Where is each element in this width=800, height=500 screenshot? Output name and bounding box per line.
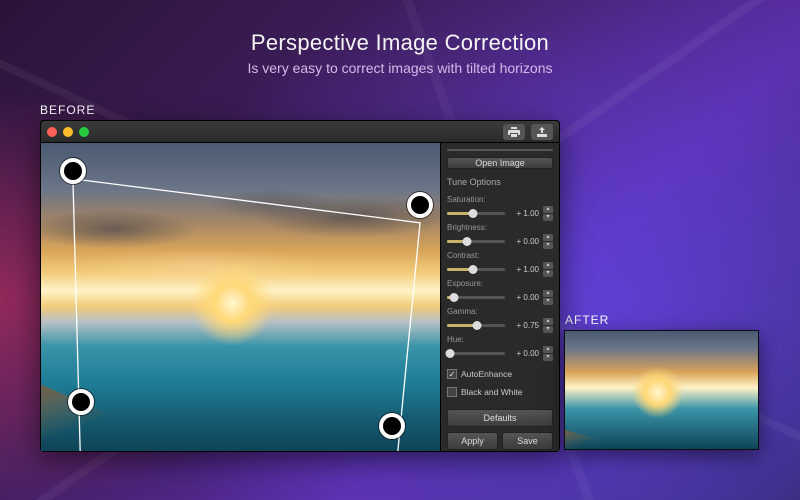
defaults-button[interactable]: Defaults <box>447 409 553 427</box>
slider-knob[interactable] <box>463 237 472 246</box>
close-window-button[interactable] <box>47 127 57 137</box>
slider-label: Saturation: <box>447 195 553 204</box>
slider-row-0: Saturation: + 1.00 ▴▾ <box>447 195 553 221</box>
minimize-window-button[interactable] <box>63 127 73 137</box>
stepper-up-icon[interactable]: ▴ <box>543 346 553 353</box>
stepper-down-icon[interactable]: ▾ <box>543 214 553 221</box>
perspective-handle-br[interactable] <box>379 413 405 439</box>
stepper-down-icon[interactable]: ▾ <box>543 242 553 249</box>
slider-value: + 0.75 <box>509 321 539 330</box>
black-white-row[interactable]: Black and White <box>447 387 553 397</box>
stepper-up-icon[interactable]: ▴ <box>543 318 553 325</box>
stepper-up-icon[interactable]: ▴ <box>543 206 553 213</box>
slider-label: Hue: <box>447 335 553 344</box>
image-canvas[interactable] <box>41 143 441 451</box>
slider-label: Gamma: <box>447 307 553 316</box>
open-image-button[interactable]: Open Image <box>447 157 553 169</box>
slider-label: Brightness: <box>447 223 553 232</box>
promo-heading: Perspective Image Correction Is very eas… <box>0 30 800 76</box>
share-icon <box>536 127 548 137</box>
slider-value: + 0.00 <box>509 293 539 302</box>
slider-row-4: Gamma: + 0.75 ▴▾ <box>447 307 553 333</box>
perspective-handle-tr[interactable] <box>407 192 433 218</box>
stepper-down-icon[interactable]: ▾ <box>543 298 553 305</box>
traffic-lights <box>47 127 89 137</box>
tune-options-label: Tune Options <box>447 177 553 187</box>
slider-knob[interactable] <box>469 209 478 218</box>
stepper-down-icon[interactable]: ▾ <box>543 270 553 277</box>
slider-track[interactable] <box>447 212 505 215</box>
perspective-quad[interactable] <box>41 143 440 451</box>
slider-label: Contrast: <box>447 251 553 260</box>
after-label: AFTER <box>565 313 609 327</box>
slider-track[interactable] <box>447 296 505 299</box>
page-subtitle: Is very easy to correct images with tilt… <box>0 60 800 76</box>
black-white-checkbox[interactable] <box>447 387 457 397</box>
perspective-handle-tl[interactable] <box>60 158 86 184</box>
app-window: Open Image Tune Options Saturation: + 1.0… <box>40 120 560 452</box>
auto-enhance-label: AutoEnhance <box>461 369 512 379</box>
stepper-down-icon[interactable]: ▾ <box>543 354 553 361</box>
print-icon <box>508 127 520 137</box>
auto-enhance-row[interactable]: ✓ AutoEnhance <box>447 369 553 379</box>
slider-knob[interactable] <box>449 293 458 302</box>
control-sidebar: Open Image Tune Options Saturation: + 1.0… <box>441 143 559 451</box>
slider-row-3: Exposure: + 0.00 ▴▾ <box>447 279 553 305</box>
preview-thumbnail <box>447 149 553 151</box>
after-preview <box>564 330 759 450</box>
perspective-handle-bl[interactable] <box>68 389 94 415</box>
slider-value: + 1.00 <box>509 265 539 274</box>
stepper-up-icon[interactable]: ▴ <box>543 290 553 297</box>
save-button[interactable]: Save <box>502 432 553 450</box>
print-button[interactable] <box>503 124 525 140</box>
apply-button[interactable]: Apply <box>447 432 498 450</box>
page-title: Perspective Image Correction <box>0 30 800 56</box>
slider-track[interactable] <box>447 324 505 327</box>
window-titlebar <box>41 121 559 143</box>
slider-label: Exposure: <box>447 279 553 288</box>
slider-knob[interactable] <box>446 349 455 358</box>
stepper-up-icon[interactable]: ▴ <box>543 262 553 269</box>
slider-knob[interactable] <box>473 321 482 330</box>
slider-value: + 0.00 <box>509 349 539 358</box>
share-button[interactable] <box>531 124 553 140</box>
slider-row-1: Brightness: + 0.00 ▴▾ <box>447 223 553 249</box>
zoom-window-button[interactable] <box>79 127 89 137</box>
stepper-up-icon[interactable]: ▴ <box>543 234 553 241</box>
black-white-label: Black and White <box>461 387 522 397</box>
slider-row-2: Contrast: + 1.00 ▴▾ <box>447 251 553 277</box>
slider-track[interactable] <box>447 240 505 243</box>
slider-value: + 1.00 <box>509 209 539 218</box>
slider-knob[interactable] <box>469 265 478 274</box>
before-label: BEFORE <box>40 103 95 117</box>
slider-track[interactable] <box>447 268 505 271</box>
stepper-down-icon[interactable]: ▾ <box>543 326 553 333</box>
slider-track[interactable] <box>447 352 505 355</box>
auto-enhance-checkbox[interactable]: ✓ <box>447 369 457 379</box>
slider-row-5: Hue: + 0.00 ▴▾ <box>447 335 553 361</box>
slider-value: + 0.00 <box>509 237 539 246</box>
